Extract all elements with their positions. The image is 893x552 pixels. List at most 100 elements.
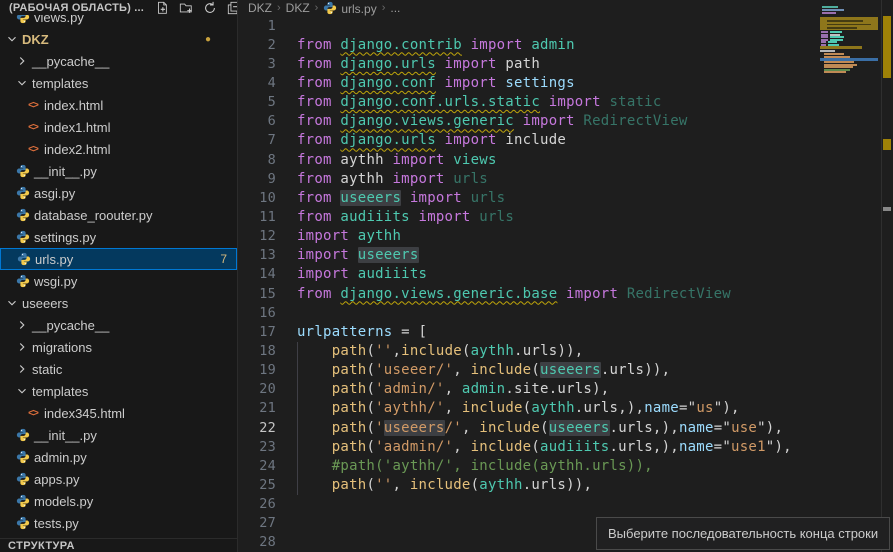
explorer-item-models.py[interactable]: models.py <box>0 490 237 512</box>
explorer-item-wsgi.py[interactable]: wsgi.py <box>0 270 237 292</box>
explorer-item-__init__.py[interactable]: __init__.py <box>0 424 237 446</box>
code-line-16[interactable]: 16 <box>238 303 893 322</box>
line-number[interactable]: 23 <box>238 439 276 455</box>
line-number[interactable]: 5 <box>238 94 276 110</box>
line-number[interactable]: 18 <box>238 343 276 359</box>
explorer-folder-__pycache__[interactable]: __pycache__ <box>0 314 237 336</box>
code-area[interactable]: 12from django.contrib import admin3from … <box>238 16 893 552</box>
code-line-12[interactable]: 12import aythh <box>238 227 893 246</box>
explorer-item-admin.py[interactable]: admin.py <box>0 446 237 468</box>
explorer-section-header[interactable]: (РАБОЧАЯ ОБЛАСТЬ) ... <box>0 0 237 15</box>
explorer-folder-useeers[interactable]: useeers <box>0 292 237 314</box>
code-line-26[interactable]: 26 <box>238 495 893 514</box>
explorer-item-index1.html[interactable]: <>index1.html <box>0 116 237 138</box>
line-number[interactable]: 11 <box>238 209 276 225</box>
breadcrumb-separator-icon: › <box>315 2 319 14</box>
line-number[interactable]: 4 <box>238 75 276 91</box>
code-line-3[interactable]: 3from django.urls import path <box>238 54 893 73</box>
outline-section-header[interactable]: СТРУКТУРА <box>0 538 237 552</box>
new-file-icon[interactable] <box>154 0 170 16</box>
explorer-actions <box>154 0 238 16</box>
line-number[interactable]: 19 <box>238 362 276 378</box>
code-line-22[interactable]: 22 path('useeers/', include(useeers.urls… <box>238 418 893 437</box>
editor-pane[interactable]: DKZ›DKZ›urls.py›... 12from django.contri… <box>238 0 893 552</box>
breadcrumb-item[interactable]: DKZ <box>248 1 272 15</box>
explorer-item-urls.py[interactable]: urls.py7 <box>0 248 237 270</box>
line-number[interactable]: 12 <box>238 228 276 244</box>
minimap[interactable] <box>820 0 880 552</box>
python-file-icon <box>14 163 32 179</box>
line-number[interactable]: 13 <box>238 247 276 263</box>
file-label: index2.html <box>44 142 110 157</box>
line-number[interactable]: 16 <box>238 305 276 321</box>
code-line-20[interactable]: 20 path('admin/', admin.site.urls), <box>238 380 893 399</box>
line-number[interactable]: 22 <box>238 420 276 436</box>
explorer-folder-DKZ[interactable]: DKZ● <box>0 28 237 50</box>
explorer-folder-templates[interactable]: templates <box>0 380 237 402</box>
code-line-17[interactable]: 17urlpatterns = [ <box>238 322 893 341</box>
code-line-6[interactable]: 6from django.views.generic import Redire… <box>238 112 893 131</box>
line-number[interactable]: 9 <box>238 171 276 187</box>
overview-ruler-mark <box>883 139 891 150</box>
code-line-19[interactable]: 19 path('useeer/', include(useeers.urls)… <box>238 361 893 380</box>
explorer-item-asgi.py[interactable]: asgi.py <box>0 182 237 204</box>
code-line-10[interactable]: 10from useeers import urls <box>238 188 893 207</box>
code-line-5[interactable]: 5from django.conf.urls.static import sta… <box>238 93 893 112</box>
line-content: from django.views.generic.base import Re… <box>276 286 731 302</box>
code-line-4[interactable]: 4from django.conf import settings <box>238 73 893 92</box>
explorer-folder-static[interactable]: static <box>0 358 237 380</box>
line-number[interactable]: 15 <box>238 286 276 302</box>
code-line-1[interactable]: 1 <box>238 16 893 35</box>
new-folder-icon[interactable] <box>178 0 194 16</box>
line-number[interactable]: 24 <box>238 458 276 474</box>
explorer-item-index345.html[interactable]: <>index345.html <box>0 402 237 424</box>
code-line-13[interactable]: 13import useeers <box>238 246 893 265</box>
code-line-2[interactable]: 2from django.contrib import admin <box>238 35 893 54</box>
code-line-8[interactable]: 8from aythh import views <box>238 150 893 169</box>
chevron-down-icon <box>14 75 30 91</box>
line-number[interactable]: 27 <box>238 515 276 531</box>
code-line-23[interactable]: 23 path('aadmin/', include(audiiits.urls… <box>238 437 893 456</box>
explorer-item-settings.py[interactable]: settings.py <box>0 226 237 248</box>
breadcrumb-item[interactable]: urls.py <box>323 1 376 16</box>
line-number[interactable]: 7 <box>238 132 276 148</box>
line-number[interactable]: 8 <box>238 152 276 168</box>
explorer-item-index2.html[interactable]: <>index2.html <box>0 138 237 160</box>
line-number[interactable]: 1 <box>238 18 276 34</box>
explorer-item-index.html[interactable]: <>index.html <box>0 94 237 116</box>
line-content: path('', include(aythh.urls)), <box>276 477 592 493</box>
line-number[interactable]: 25 <box>238 477 276 493</box>
breadcrumb-item[interactable]: DKZ <box>286 1 310 15</box>
explorer-item-__init__.py[interactable]: __init__.py <box>0 160 237 182</box>
code-line-21[interactable]: 21 path('aythh/', include(aythh.urls,),n… <box>238 399 893 418</box>
explorer-item-apps.py[interactable]: apps.py <box>0 468 237 490</box>
line-number[interactable]: 26 <box>238 496 276 512</box>
line-number[interactable]: 6 <box>238 113 276 129</box>
line-number[interactable]: 28 <box>238 534 276 550</box>
code-line-14[interactable]: 14import audiiits <box>238 265 893 284</box>
line-number[interactable]: 20 <box>238 381 276 397</box>
collapse-all-icon[interactable] <box>226 0 238 16</box>
code-line-15[interactable]: 15from django.views.generic.base import … <box>238 284 893 303</box>
line-number[interactable]: 17 <box>238 324 276 340</box>
line-number[interactable]: 14 <box>238 266 276 282</box>
line-number[interactable]: 21 <box>238 400 276 416</box>
code-line-9[interactable]: 9from aythh import urls <box>238 169 893 188</box>
line-number[interactable]: 3 <box>238 56 276 72</box>
code-line-25[interactable]: 25 path('', include(aythh.urls)), <box>238 475 893 494</box>
code-line-24[interactable]: 24 #path('aythh/', include(aythh.urls)), <box>238 456 893 475</box>
explorer-folder-__pycache__[interactable]: __pycache__ <box>0 50 237 72</box>
explorer-item-database_roouter.py[interactable]: database_roouter.py <box>0 204 237 226</box>
explorer-item-tests.py[interactable]: tests.py <box>0 512 237 534</box>
line-number[interactable]: 2 <box>238 37 276 53</box>
explorer-folder-templates[interactable]: templates <box>0 72 237 94</box>
overview-ruler-scrollbar[interactable] <box>882 0 893 552</box>
code-line-18[interactable]: 18 path('',include(aythh.urls)), <box>238 341 893 360</box>
refresh-icon[interactable] <box>202 0 218 16</box>
breadcrumb-item[interactable]: ... <box>390 1 400 15</box>
code-line-7[interactable]: 7from django.urls import include <box>238 131 893 150</box>
line-content: from django.conf import settings <box>276 75 575 91</box>
code-line-11[interactable]: 11from audiiits import urls <box>238 207 893 226</box>
line-number[interactable]: 10 <box>238 190 276 206</box>
explorer-folder-migrations[interactable]: migrations <box>0 336 237 358</box>
